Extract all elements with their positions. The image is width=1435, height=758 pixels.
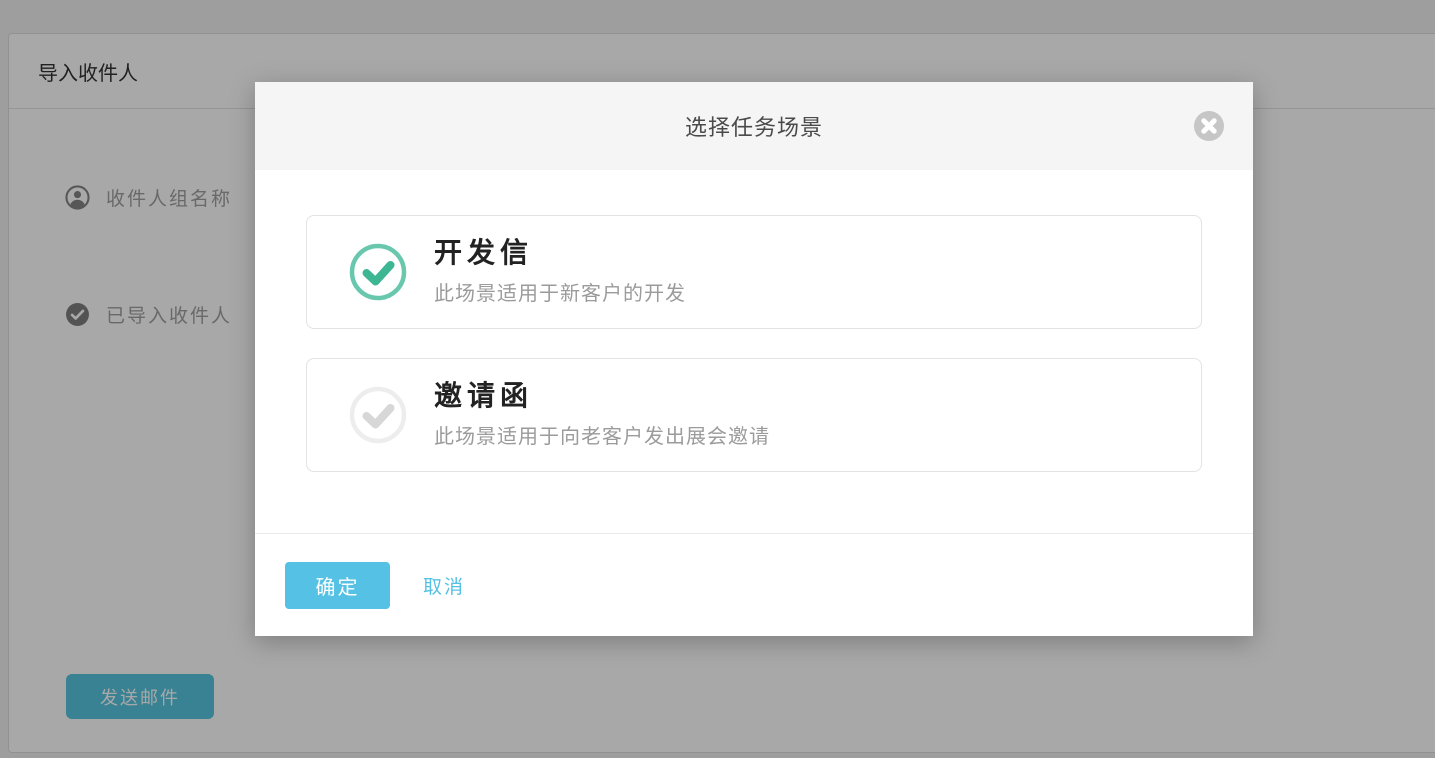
- option-description: 此场景适用于新客户的开发: [434, 277, 686, 306]
- confirm-button[interactable]: 确定: [285, 562, 390, 609]
- dialog-title: 选择任务场景: [685, 110, 823, 142]
- option-title: 邀请函: [434, 381, 770, 412]
- selected-check-icon: [349, 243, 407, 301]
- dialog-body: 开发信 此场景适用于新客户的开发 邀请函 此场景适用于向老客户发出展会邀请: [255, 170, 1253, 472]
- dialog-footer: 确定 取消: [255, 533, 1253, 636]
- select-task-scenario-dialog: 选择任务场景 开发信 此场景适用于新客户的开发 邀请函 此场景适用于向: [255, 82, 1253, 636]
- cancel-button[interactable]: 取消: [423, 572, 465, 599]
- close-icon[interactable]: [1193, 110, 1225, 142]
- unselected-check-icon: [349, 386, 407, 444]
- option-text: 开发信 此场景适用于新客户的开发: [434, 238, 686, 307]
- option-title: 开发信: [434, 238, 686, 269]
- option-development-letter[interactable]: 开发信 此场景适用于新客户的开发: [306, 215, 1202, 329]
- option-invitation-letter[interactable]: 邀请函 此场景适用于向老客户发出展会邀请: [306, 358, 1202, 472]
- option-text: 邀请函 此场景适用于向老客户发出展会邀请: [434, 381, 770, 450]
- dialog-header: 选择任务场景: [255, 82, 1253, 170]
- option-description: 此场景适用于向老客户发出展会邀请: [434, 420, 770, 449]
